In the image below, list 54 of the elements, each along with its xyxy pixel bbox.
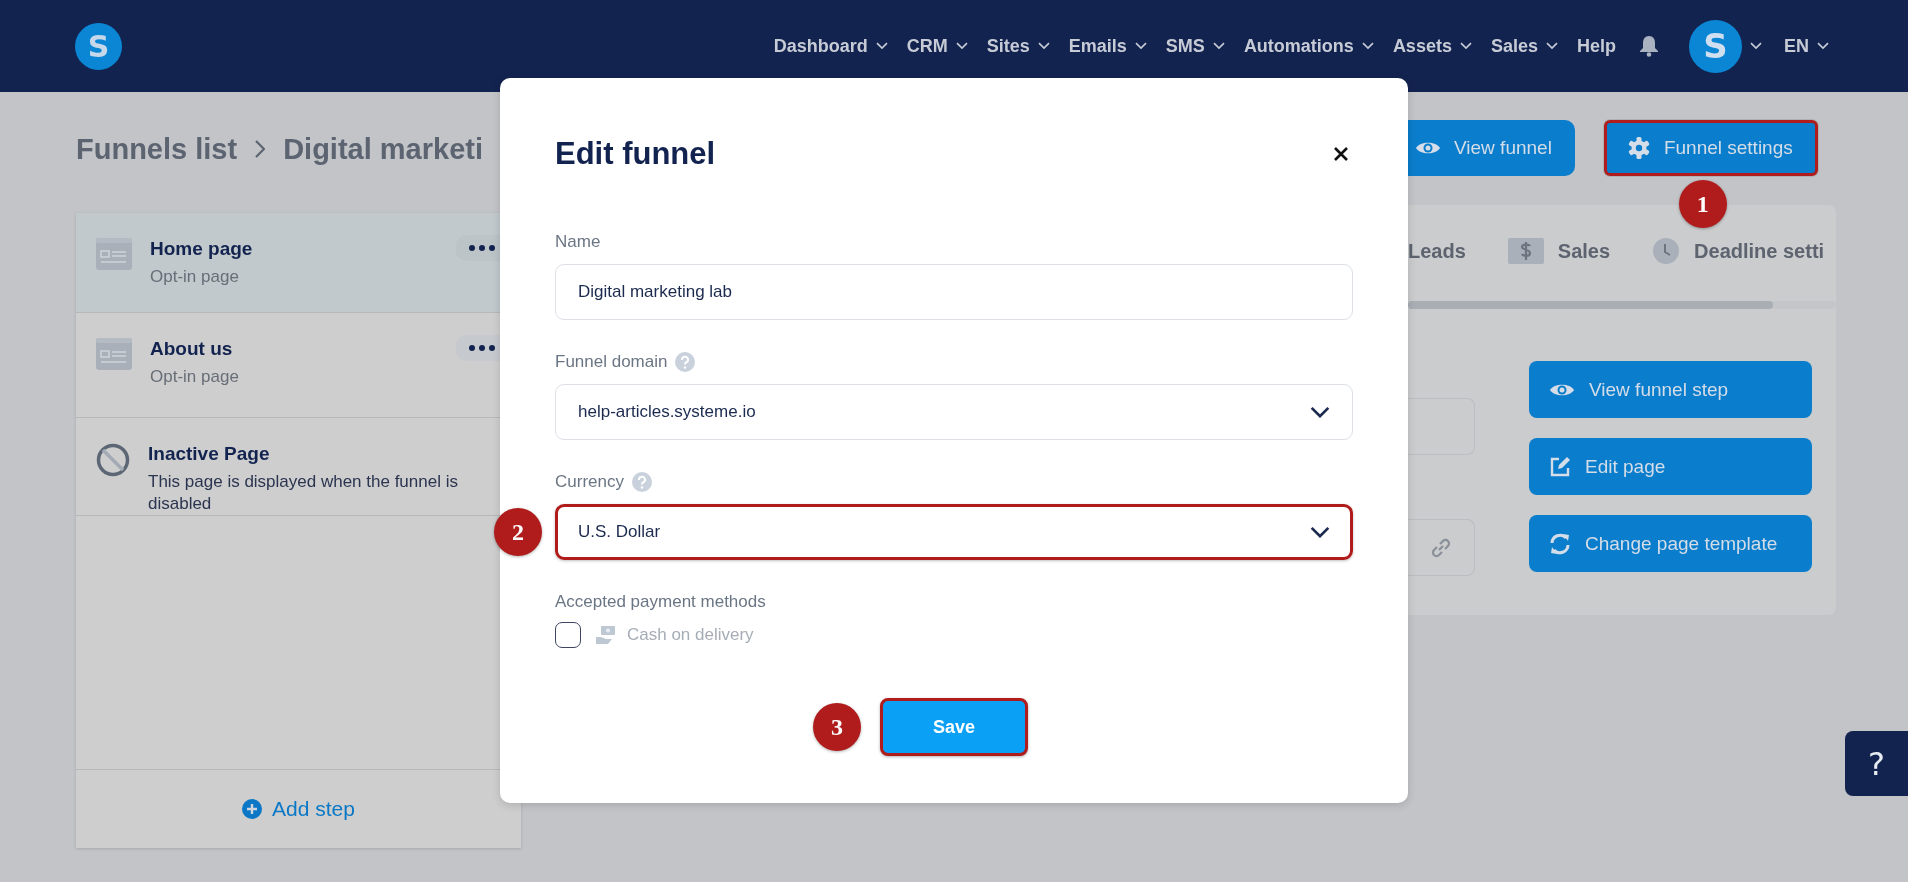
close-icon[interactable] (1333, 146, 1349, 162)
field-label: Name (555, 232, 601, 252)
language-selector[interactable]: EN (1784, 31, 1809, 61)
nav-link[interactable]: Emails (1068, 31, 1127, 61)
nav-link[interactable]: Sales (1490, 31, 1538, 61)
callout-badge: 3 (813, 703, 861, 751)
chevron-down-icon (1817, 42, 1829, 50)
callout-badge: 2 (494, 508, 542, 556)
settings-icon (1626, 136, 1651, 160)
page-icon (96, 238, 132, 270)
nav-link[interactable]: CRM (906, 31, 948, 61)
link-icon (1430, 536, 1452, 559)
nav-link[interactable]: SMS (1165, 31, 1205, 61)
select-field[interactable]: U.S. Dollar (555, 504, 1353, 560)
plus-circle-icon (242, 799, 263, 819)
payment-method-label: Cash on delivery (627, 625, 754, 645)
nav-link[interactable]: Sites (986, 31, 1030, 61)
nav-link[interactable]: Help (1576, 31, 1616, 61)
field-label: Accepted payment methods (555, 592, 766, 612)
tab[interactable]: Deadline setti (1652, 237, 1825, 265)
chevron-down-icon (1750, 42, 1762, 50)
field-label: Funnel domain (555, 352, 668, 372)
clock-icon (1652, 237, 1681, 265)
disabled-icon (96, 443, 130, 477)
step-type: Opt-in page (150, 366, 239, 388)
step-type: Opt-in page (150, 266, 240, 288)
step-title: About us (150, 338, 234, 360)
tab[interactable]: Sales (1507, 238, 1611, 264)
more-icon (469, 245, 495, 251)
input-field[interactable]: Digital marketing lab (555, 264, 1353, 320)
tab[interactable]: Leads (1408, 239, 1466, 263)
callout-badge: 1 (1678, 180, 1727, 228)
modal-title: Edit funnel (555, 136, 716, 172)
scrollbar-thumb[interactable] (1408, 301, 1773, 309)
more-icon (469, 345, 495, 351)
edit-icon (1549, 455, 1571, 478)
nav-link[interactable]: Assets (1392, 31, 1452, 61)
help-button[interactable]: ? (1845, 731, 1908, 796)
refresh-icon (1549, 532, 1571, 555)
step-title: Inactive Page (148, 443, 271, 465)
dollar-icon (1507, 238, 1544, 264)
chevron-down-icon (1310, 526, 1330, 538)
nav-link[interactable]: Automations (1243, 31, 1354, 61)
notification-bell-icon[interactable] (1639, 35, 1659, 57)
nav-link[interactable]: Dashboard (773, 31, 868, 61)
chevron-right-icon (255, 140, 266, 158)
chevron-down-icon (1310, 406, 1330, 418)
step-type: This page is displayed when the funnel is disabled (148, 471, 459, 516)
field-label: Currency (555, 472, 624, 492)
step-title: Home page (150, 238, 253, 260)
cash-hand-icon (595, 624, 617, 646)
page-icon (96, 338, 132, 370)
select-field[interactable]: help-articles.systeme.io (555, 384, 1353, 440)
breadcrumb-current: Digital marketi (283, 132, 483, 166)
